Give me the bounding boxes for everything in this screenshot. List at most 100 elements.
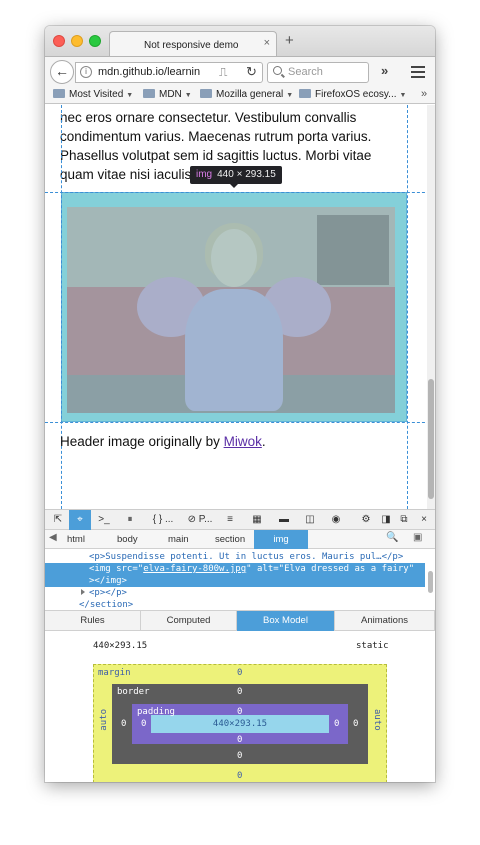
markup-text: <p></p> — [89, 588, 127, 598]
margin-top-value[interactable]: 0 — [237, 668, 242, 678]
tab-computed[interactable]: Computed — [141, 611, 237, 631]
debugger-tab-icon[interactable]: ⏸ — [119, 510, 141, 530]
markup-scrollbar[interactable] — [428, 571, 433, 593]
back-button[interactable]: ← — [50, 60, 74, 84]
dock-side-icon[interactable]: ◨ — [377, 510, 395, 530]
breadcrumb-html[interactable]: html — [67, 534, 85, 545]
caption-text: Header image originally by — [60, 434, 224, 449]
performance-tab[interactable]: ⊘ P... — [183, 510, 217, 530]
page-scrollbar-thumb[interactable] — [428, 379, 434, 499]
inspector-tab-icon[interactable]: ⌖ — [69, 510, 91, 530]
padding-left-value[interactable]: 0 — [141, 719, 146, 729]
box-dimensions: 440×293.15 — [93, 641, 148, 651]
search-icon[interactable]: 🔍 — [386, 532, 398, 543]
caption-suffix: . — [261, 434, 266, 449]
border-left-value[interactable]: 0 — [121, 719, 126, 729]
element-picker-icon[interactable]: ⇱ — [47, 510, 69, 530]
bookmark-label: Most Visited — [69, 89, 124, 100]
tab-not-responsive-demo[interactable]: Not responsive demo × — [109, 31, 277, 57]
markup-text: <img src=" — [89, 564, 144, 574]
expand-twisty-icon[interactable] — [81, 589, 85, 595]
border-top-value[interactable]: 0 — [237, 687, 242, 697]
reader-view-icon[interactable]: ⎍ — [219, 65, 227, 80]
bookmark-mozilla-general[interactable]: Mozilla general ▼ — [200, 89, 293, 100]
breadcrumb-prev-icon[interactable]: ◀ — [49, 532, 57, 543]
miwok-link[interactable]: Miwok — [224, 434, 262, 449]
search-icon — [273, 66, 282, 75]
padding-right-value[interactable]: 0 — [334, 719, 339, 729]
bookmark-firefoxos-ecosystem[interactable]: FirefoxOS ecosy... ▼ — [299, 89, 406, 100]
markup-line[interactable]: <p>Suspendisse potenti. Ut in luctus ero… — [45, 551, 425, 563]
chevron-down-icon: ▼ — [286, 92, 294, 99]
bookmark-most-visited[interactable]: Most Visited ▼ — [53, 89, 133, 100]
border-bottom-value[interactable]: 0 — [237, 751, 242, 761]
border-right-value[interactable]: 0 — [353, 719, 358, 729]
border-label: border — [117, 687, 150, 697]
responsive-design-icon[interactable]: ▦ — [245, 510, 269, 530]
close-icon[interactable]: × — [415, 510, 433, 530]
markup-line[interactable]: </section> — [45, 599, 425, 611]
markup-line-selected-end[interactable]: ></img> — [45, 575, 425, 587]
page-content: nec eros ornare consectetur. Vestibulum … — [45, 105, 435, 509]
markup-line-selected[interactable]: <img src="elva-fairy-800w.jpg" alt="Elva… — [45, 563, 425, 575]
bookmarks-overflow-icon[interactable]: » — [421, 88, 427, 100]
folder-icon — [200, 89, 212, 98]
markup-text: " alt="Elva dressed as a fairy" — [246, 564, 415, 574]
chevron-down-icon: ▼ — [126, 92, 134, 99]
breadcrumb-body[interactable]: body — [117, 534, 138, 545]
dock-window-icon[interactable]: ⧉ — [395, 510, 413, 530]
storage-icon[interactable]: ▬ — [273, 510, 295, 530]
margin-bottom-value[interactable]: 0 — [237, 771, 242, 781]
minimize-window-button[interactable] — [71, 35, 83, 47]
zoom-window-button[interactable] — [89, 35, 101, 47]
devtools-panel: ⇱ ⌖ >_ ⏸ { } ... ⊘ P... ≡ ▦ ▬ ◫ ◉ ⚙ ◨ ⧉ … — [45, 509, 435, 782]
tab-animations[interactable]: Animations — [335, 611, 435, 631]
url-text[interactable]: mdn.github.io/learnin — [98, 66, 204, 78]
screenshot-icon[interactable]: ◉ — [325, 510, 347, 530]
style-editor-tab[interactable]: { } ... — [145, 510, 181, 530]
toolbar-overflow-icon[interactable]: » — [381, 63, 388, 78]
reload-icon[interactable]: ↻ — [246, 64, 257, 80]
new-tab-icon[interactable]: + — [285, 32, 294, 49]
breadcrumb-img[interactable]: img — [254, 530, 308, 549]
folder-icon — [299, 89, 311, 98]
markup-view: <p>Suspendisse potenti. Ut in luctus ero… — [45, 549, 435, 611]
breadcrumb: ◀ html body main section img 🔍 ▣ — [45, 530, 435, 549]
breadcrumb-next-icon[interactable]: ▣ — [413, 532, 422, 543]
menu-icon[interactable] — [411, 66, 425, 78]
margin-right-value[interactable]: auto — [372, 709, 382, 731]
highlighter-guide-bottom — [45, 422, 435, 423]
infobar-tag: img — [196, 169, 213, 180]
bookmark-label: Mozilla general — [216, 89, 284, 100]
browser-window: Not responsive demo × + ← i mdn.github.i… — [45, 26, 435, 782]
search-input[interactable]: Search — [267, 62, 369, 83]
tab-rules[interactable]: Rules — [45, 611, 141, 631]
close-window-button[interactable] — [53, 35, 65, 47]
sidebar-tabs: Rules Computed Box Model Animations — [45, 611, 435, 631]
info-icon[interactable]: i — [80, 66, 92, 78]
image-src-link[interactable]: elva-fairy-800w.jpg — [143, 564, 246, 574]
highlighter-guide-right — [407, 105, 408, 509]
chevron-down-icon: ▼ — [399, 92, 407, 99]
console-tab-icon[interactable]: >_ — [93, 510, 115, 530]
markup-text: ></img> — [89, 576, 127, 586]
margin-left-value[interactable]: auto — [99, 709, 109, 731]
bookmark-mdn[interactable]: MDN ▼ — [143, 89, 192, 100]
padding-bottom-value[interactable]: 0 — [237, 735, 242, 745]
scratchpad-icon[interactable]: ◫ — [299, 510, 321, 530]
infobar-size: 440 × 293.15 — [217, 169, 276, 180]
devtools-toolbar: ⇱ ⌖ >_ ⏸ { } ... ⊘ P... ≡ ▦ ▬ ◫ ◉ ⚙ ◨ ⧉ … — [45, 510, 435, 530]
markup-text: <p>Suspendisse potenti. Ut in luctus ero… — [89, 552, 404, 562]
box-position: static — [356, 641, 389, 651]
tab-close-icon[interactable]: × — [264, 37, 270, 49]
markup-text: </section> — [79, 600, 134, 610]
gear-icon[interactable]: ⚙ — [355, 510, 377, 530]
content-box: 440×293.15 — [151, 715, 329, 733]
breadcrumb-main[interactable]: main — [168, 534, 189, 545]
url-bar[interactable]: i mdn.github.io/learnin ⎍ ↻ — [75, 62, 263, 83]
tab-box-model[interactable]: Box Model — [237, 611, 335, 631]
network-tab-icon[interactable]: ≡ — [219, 510, 241, 530]
markup-line[interactable]: <p></p> — [45, 587, 425, 599]
padding-top-value[interactable]: 0 — [237, 707, 242, 717]
breadcrumb-section[interactable]: section — [215, 534, 245, 545]
